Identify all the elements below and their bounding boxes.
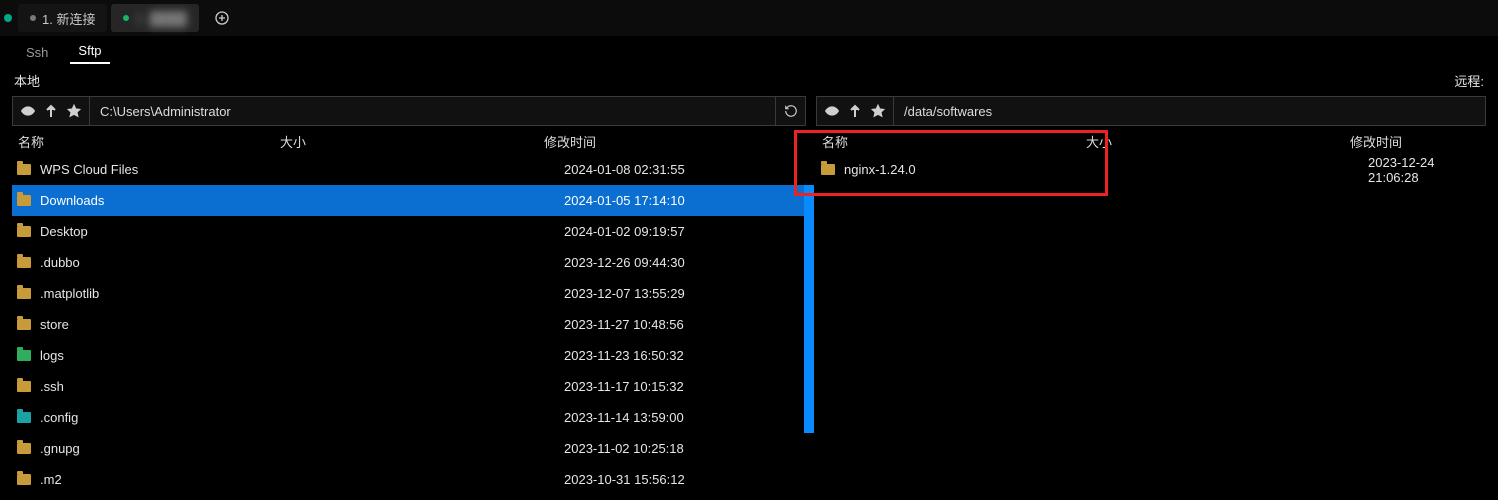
local-path-row: C:\Users\Administrator: [12, 96, 806, 126]
local-pane: C:\Users\Administrator 名称 大小 修改时间 WPS Cl…: [12, 96, 806, 495]
item-time: 2023-12-07 13:55:29: [564, 286, 806, 301]
col-size[interactable]: 大小: [280, 132, 544, 151]
list-item[interactable]: .ssh 2023-11-17 10:15:32: [12, 371, 806, 402]
list-item[interactable]: WPS Cloud Files 2024-01-08 02:31:55: [12, 154, 806, 185]
item-time: 2023-11-27 10:48:56: [564, 317, 806, 332]
folder-icon: [16, 194, 32, 208]
remote-path-input[interactable]: /data/softwares: [894, 97, 1485, 125]
mode-tabs: Ssh Sftp: [0, 36, 1498, 64]
folder-icon: [16, 442, 32, 456]
local-label: 本地: [14, 71, 1454, 90]
list-item[interactable]: .gnupg 2023-11-02 10:25:18: [12, 433, 806, 464]
eye-icon[interactable]: [825, 104, 839, 118]
col-name[interactable]: 名称: [820, 132, 1086, 151]
remote-columns-header: 名称 大小 修改时间: [816, 128, 1486, 154]
item-time: 2024-01-08 02:31:55: [564, 162, 806, 177]
folder-icon: [16, 380, 32, 394]
remote-pane: /data/softwares 名称 大小 修改时间 nginx-1.24.0 2…: [816, 96, 1486, 495]
list-item[interactable]: .matplotlib 2023-12-07 13:55:29: [12, 278, 806, 309]
folder-icon: [16, 225, 32, 239]
local-path-input[interactable]: C:\Users\Administrator: [90, 97, 775, 125]
star-icon[interactable]: [871, 104, 885, 118]
tab-label: 1. 新连接: [42, 9, 95, 28]
item-name: Desktop: [40, 224, 300, 239]
col-time[interactable]: 修改时间: [1350, 132, 1482, 151]
col-size[interactable]: 大小: [1086, 132, 1350, 151]
remote-path-row: /data/softwares: [816, 96, 1486, 126]
item-name: logs: [40, 348, 300, 363]
status-dot-icon: [30, 15, 36, 21]
folder-icon: [820, 163, 836, 177]
item-time: 2023-11-17 10:15:32: [564, 379, 806, 394]
remote-label: 远程:: [1454, 71, 1484, 90]
list-item[interactable]: store 2023-11-27 10:48:56: [12, 309, 806, 340]
folder-icon: [16, 349, 32, 363]
tab-sftp[interactable]: Sftp: [70, 39, 109, 64]
item-time: 2023-11-23 16:50:32: [564, 348, 806, 363]
item-time: 2024-01-02 09:19:57: [564, 224, 806, 239]
tab-ssh[interactable]: Ssh: [18, 41, 56, 64]
item-time: 2023-12-26 09:44:30: [564, 255, 806, 270]
item-name: .gnupg: [40, 441, 300, 456]
location-bar: 本地 远程:: [0, 68, 1498, 92]
folder-icon: [16, 287, 32, 301]
item-time: 2023-12-24 21:06:28: [1368, 155, 1486, 185]
item-name: .m2: [40, 472, 300, 487]
folder-icon: [16, 473, 32, 487]
remote-file-list: nginx-1.24.0 2023-12-24 21:06:28: [816, 154, 1486, 185]
app-indicator-icon: [4, 14, 12, 22]
item-name: WPS Cloud Files: [40, 162, 300, 177]
item-time: 2023-11-02 10:25:18: [564, 441, 806, 456]
local-file-list: WPS Cloud Files 2024-01-08 02:31:55 Downlo…: [12, 154, 806, 495]
local-refresh-button[interactable]: [775, 97, 805, 125]
list-item[interactable]: Desktop 2024-01-02 09:19:57: [12, 216, 806, 247]
session-tab-2[interactable]: 2. ████: [111, 4, 198, 32]
list-item[interactable]: Downloads 2024-01-05 17:14:10: [12, 185, 806, 216]
col-time[interactable]: 修改时间: [544, 132, 802, 151]
folder-icon: [16, 163, 32, 177]
list-item[interactable]: nginx-1.24.0 2023-12-24 21:06:28: [816, 154, 1486, 185]
item-name: .dubbo: [40, 255, 300, 270]
up-arrow-icon[interactable]: [849, 104, 861, 118]
folder-icon: [16, 318, 32, 332]
item-name: .ssh: [40, 379, 300, 394]
list-item[interactable]: .m2 2023-10-31 15:56:12: [12, 464, 806, 495]
item-name: .config: [40, 410, 300, 425]
selection-scroll-indicator: [804, 185, 814, 433]
up-arrow-icon[interactable]: [45, 104, 57, 118]
item-name: store: [40, 317, 300, 332]
add-tab-button[interactable]: [209, 5, 235, 31]
item-name: Downloads: [40, 193, 300, 208]
folder-icon: [16, 256, 32, 270]
col-name[interactable]: 名称: [16, 132, 280, 151]
item-name: nginx-1.24.0: [844, 162, 1104, 177]
local-columns-header: 名称 大小 修改时间: [12, 128, 806, 154]
item-time: 2023-10-31 15:56:12: [564, 472, 806, 487]
star-icon[interactable]: [67, 104, 81, 118]
status-dot-icon: [123, 15, 129, 21]
folder-icon: [16, 411, 32, 425]
item-time: 2024-01-05 17:14:10: [564, 193, 806, 208]
list-item[interactable]: logs 2023-11-23 16:50:32: [12, 340, 806, 371]
item-name: .matplotlib: [40, 286, 300, 301]
tab-label: 2. ████: [135, 11, 186, 26]
list-item[interactable]: .dubbo 2023-12-26 09:44:30: [12, 247, 806, 278]
eye-icon[interactable]: [21, 104, 35, 118]
window-tabbar: 1. 新连接 2. ████: [0, 0, 1498, 36]
session-tab-1[interactable]: 1. 新连接: [18, 4, 107, 32]
list-item[interactable]: .config 2023-11-14 13:59:00: [12, 402, 806, 433]
refresh-icon: [784, 104, 798, 118]
item-time: 2023-11-14 13:59:00: [564, 410, 806, 425]
